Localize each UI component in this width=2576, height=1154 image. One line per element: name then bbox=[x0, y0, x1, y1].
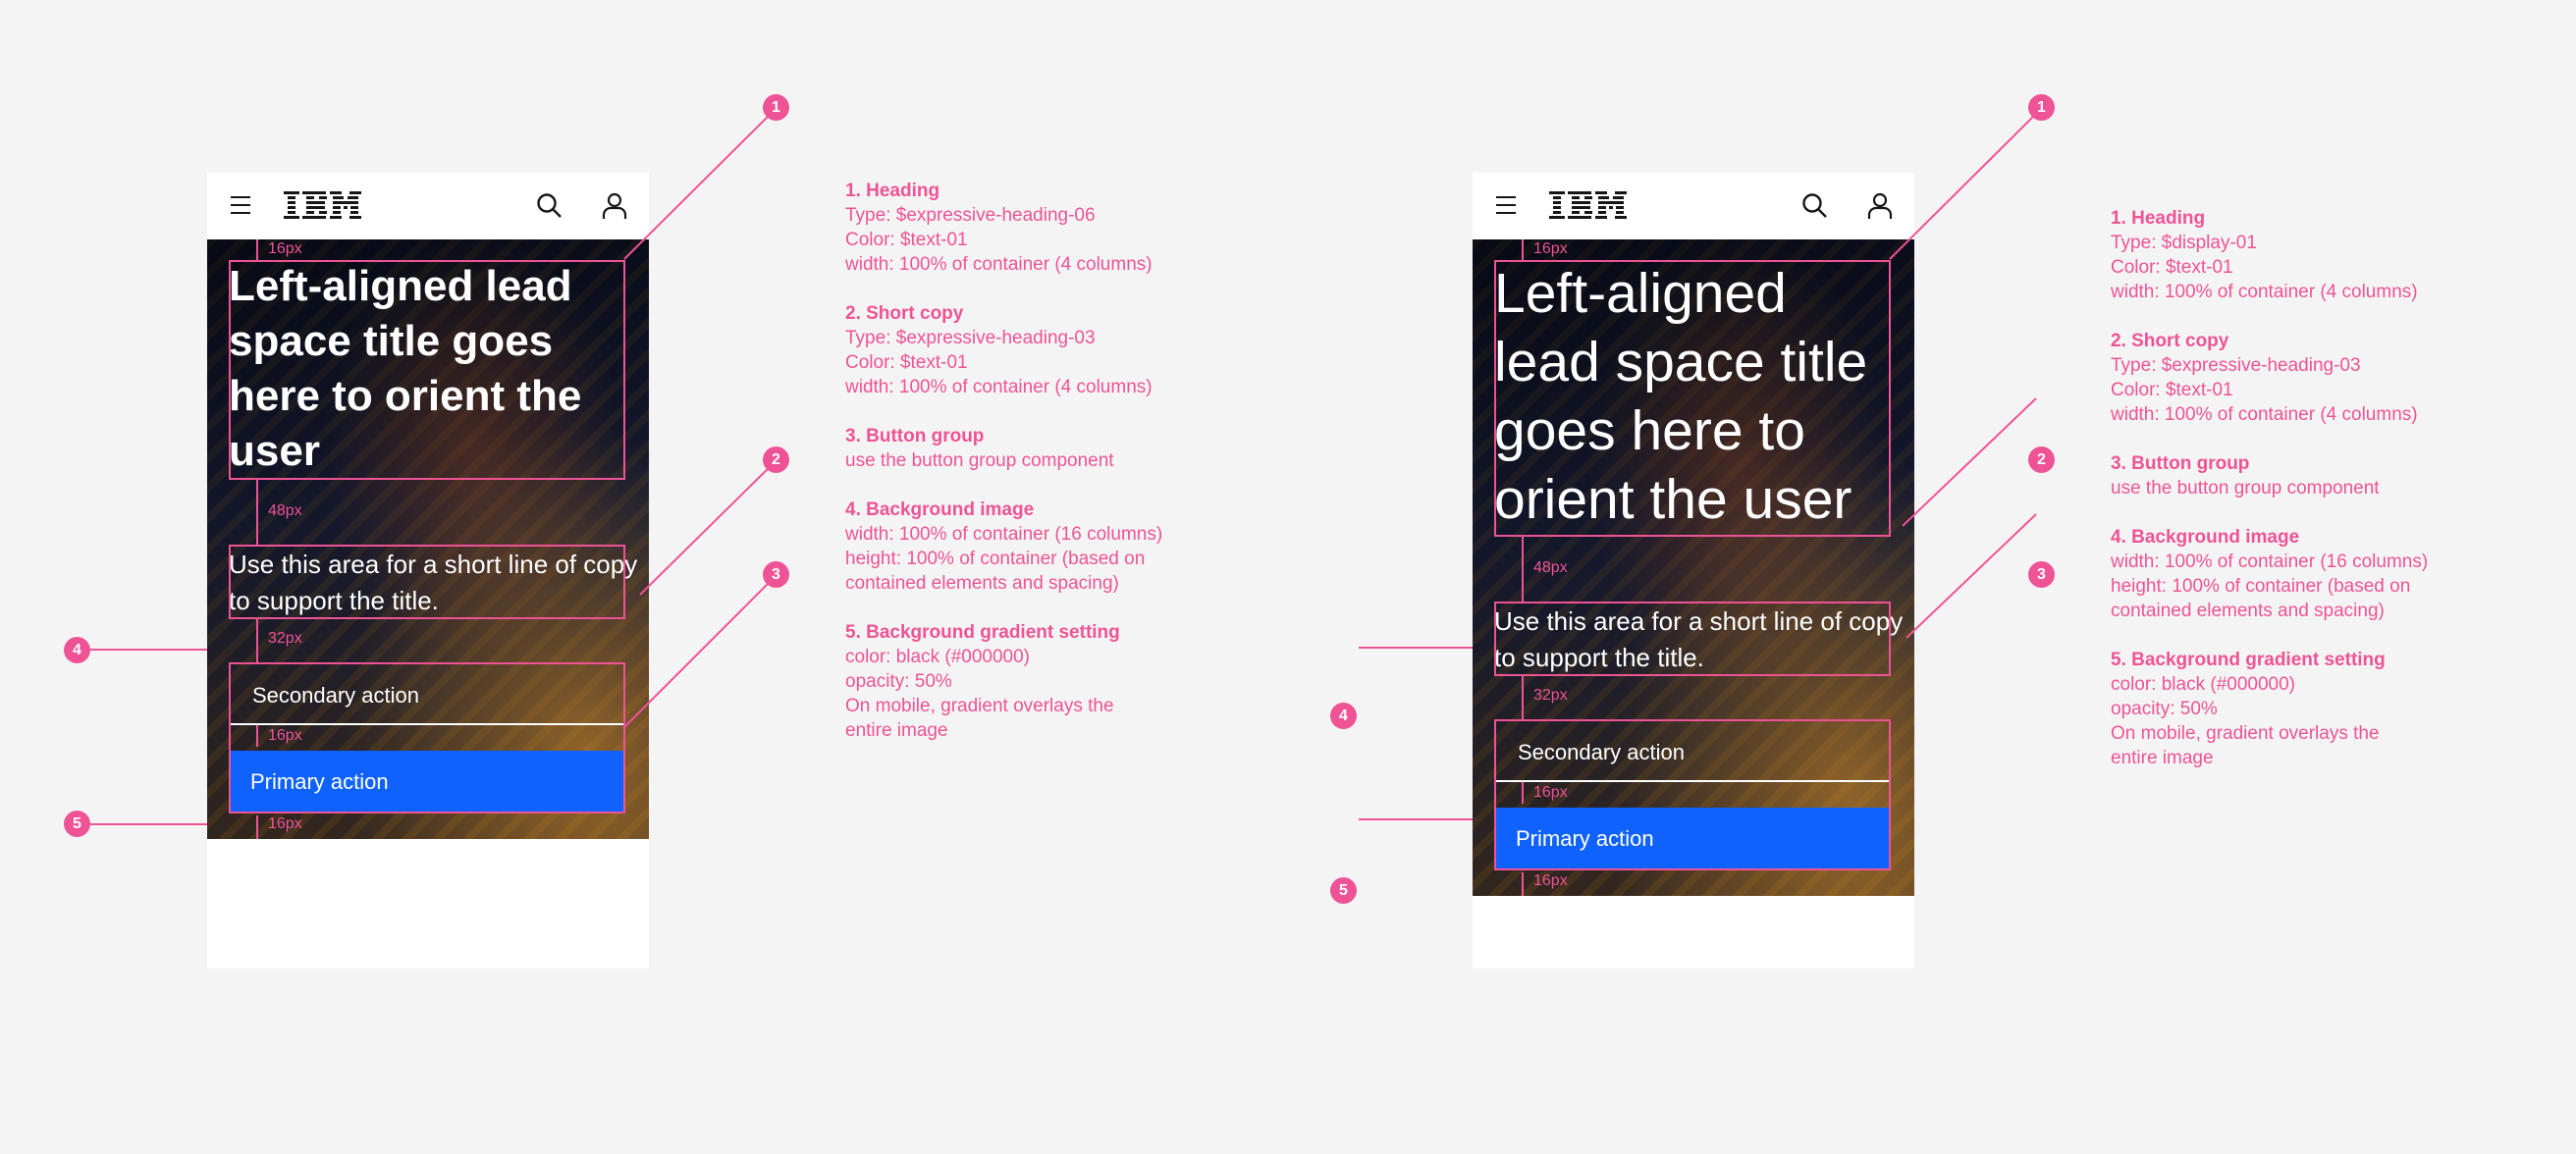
spec-note-line: Color: $text-01 bbox=[845, 230, 968, 250]
spec-note-line: height: 100% of container (based on bbox=[845, 549, 1146, 569]
annotation-badge-3: 3 bbox=[763, 561, 789, 588]
spec-note-button-group: 3. Button group use the button group com… bbox=[2111, 451, 2428, 500]
spec-note-line: Type: $expressive-heading-03 bbox=[2111, 355, 2361, 376]
spacing-label: 16px bbox=[1533, 784, 1568, 801]
spec-note-gradient: 5. Background gradient setting color: bl… bbox=[2111, 648, 2428, 770]
spec-note-line: use the button group component bbox=[2111, 478, 2380, 498]
spec-note-line: Type: $expressive-heading-06 bbox=[845, 205, 1096, 226]
ibm-logo-icon[interactable] bbox=[284, 189, 362, 223]
spec-note-title: 5. Background gradient setting bbox=[2111, 650, 2386, 670]
annotation-badge-3: 3 bbox=[2028, 561, 2055, 588]
spec-note-line: Color: $text-01 bbox=[845, 352, 968, 373]
spacing-label: 16px bbox=[268, 815, 302, 832]
spec-note-line: use the button group component bbox=[845, 450, 1114, 471]
spec-note-background-image: 4. Background image width: 100% of conta… bbox=[2111, 525, 2428, 623]
lead-space-hero: 16px Left-aligned lead space title goes … bbox=[207, 239, 649, 839]
heading-annotation-box bbox=[1494, 260, 1891, 537]
spec-note-line: color: black (#000000) bbox=[2111, 674, 2295, 695]
spacing-marker bbox=[1522, 872, 1524, 896]
spec-note-line: Type: $expressive-heading-03 bbox=[845, 328, 1096, 348]
spec-note-line: width: 100% of container (4 columns) bbox=[2111, 282, 2418, 302]
spec-note-line: contained elements and spacing) bbox=[2111, 601, 2385, 621]
spacing-marker bbox=[256, 619, 258, 662]
spec-note-line: width: 100% of container (16 columns) bbox=[845, 524, 1163, 545]
annotation-badge-2: 2 bbox=[2028, 446, 2055, 473]
spec-note-title: 4. Background image bbox=[2111, 527, 2300, 548]
spacing-label: 32px bbox=[1533, 687, 1568, 704]
ibm-logo-icon[interactable] bbox=[1549, 189, 1628, 223]
search-icon[interactable] bbox=[536, 192, 564, 220]
spec-note-short-copy: 2. Short copy Type: $expressive-heading-… bbox=[2111, 329, 2428, 427]
annotation-badge-5: 5 bbox=[64, 811, 90, 837]
spacing-label: 48px bbox=[1533, 559, 1568, 576]
spec-note-short-copy: 2. Short copy Type: $expressive-heading-… bbox=[845, 301, 1162, 399]
masthead bbox=[207, 173, 649, 239]
spacing-label: 16px bbox=[268, 240, 302, 257]
spacing-label: 16px bbox=[268, 727, 302, 744]
spec-note-gradient: 5. Background gradient setting color: bl… bbox=[845, 620, 1162, 743]
spec-note-title: 2. Short copy bbox=[845, 303, 964, 324]
spacing-marker bbox=[1522, 676, 1524, 719]
search-icon[interactable] bbox=[1801, 192, 1829, 220]
spec-note-line: height: 100% of container (based on bbox=[2111, 576, 2411, 597]
annotation-badge-1: 1 bbox=[763, 94, 789, 121]
lead-space-hero: 16px Left-aligned lead space title goes … bbox=[1473, 239, 1914, 896]
spec-note-heading: 1. Heading Type: $expressive-heading-06 … bbox=[845, 179, 1162, 277]
spec-note-line: Color: $text-01 bbox=[2111, 380, 2233, 400]
heading-annotation-box bbox=[229, 260, 625, 480]
spec-note-title: 3. Button group bbox=[2111, 453, 2250, 474]
hamburger-menu-icon[interactable] bbox=[231, 196, 250, 216]
masthead bbox=[1473, 173, 1914, 239]
spec-note-line: width: 100% of container (16 columns) bbox=[2111, 551, 2429, 572]
spec-note-line: On mobile, gradient overlays the bbox=[845, 696, 1114, 716]
annotation-badge-4: 4 bbox=[1330, 703, 1357, 729]
spec-note-title: 2. Short copy bbox=[2111, 331, 2229, 351]
spacing-marker bbox=[1522, 537, 1524, 602]
hamburger-menu-icon[interactable] bbox=[1496, 196, 1516, 216]
spacing-marker bbox=[256, 239, 258, 261]
user-icon[interactable] bbox=[1867, 192, 1893, 220]
spacing-marker bbox=[256, 480, 258, 545]
spec-note-heading: 1. Heading Type: $display-01 Color: $tex… bbox=[2111, 206, 2428, 304]
spec-note-line: color: black (#000000) bbox=[845, 647, 1030, 667]
spec-note-button-group: 3. Button group use the button group com… bbox=[845, 424, 1162, 473]
spec-note-line: contained elements and spacing) bbox=[845, 573, 1119, 594]
spacing-marker bbox=[256, 815, 258, 839]
spec-note-line: Type: $display-01 bbox=[2111, 233, 2257, 253]
spacing-label: 48px bbox=[268, 502, 302, 519]
spacing-label: 16px bbox=[1533, 240, 1568, 257]
spec-note-background-image: 4. Background image width: 100% of conta… bbox=[845, 498, 1162, 596]
spec-note-title: 5. Background gradient setting bbox=[845, 622, 1120, 643]
copy-annotation-box bbox=[229, 545, 625, 619]
spec-note-line: Color: $text-01 bbox=[2111, 257, 2233, 278]
copy-annotation-box bbox=[1494, 602, 1891, 676]
spec-note-line: width: 100% of container (4 columns) bbox=[2111, 404, 2418, 425]
spec-note-line: entire image bbox=[845, 720, 948, 741]
annotation-badge-1: 1 bbox=[2028, 94, 2055, 121]
spec-note-line: width: 100% of container (4 columns) bbox=[845, 377, 1153, 397]
spec-notes-display: 1. Heading Type: $display-01 Color: $tex… bbox=[2111, 206, 2428, 795]
mobile-mockup-display: 16px Left-aligned lead space title goes … bbox=[1473, 173, 1914, 969]
spec-notes-expressive: 1. Heading Type: $expressive-heading-06 … bbox=[845, 179, 1162, 767]
spec-note-line: width: 100% of container (4 columns) bbox=[845, 254, 1153, 275]
spec-note-line: entire image bbox=[2111, 748, 2214, 768]
mobile-mockup-expressive: 16px Left-aligned lead space title goes … bbox=[207, 173, 649, 969]
annotation-badge-2: 2 bbox=[763, 446, 789, 473]
spec-note-line: On mobile, gradient overlays the bbox=[2111, 723, 2380, 744]
user-icon[interactable] bbox=[602, 192, 627, 220]
annotation-badge-4: 4 bbox=[64, 637, 90, 663]
spec-note-title: 4. Background image bbox=[845, 499, 1035, 520]
spacing-marker bbox=[1522, 239, 1524, 261]
spacing-label: 32px bbox=[268, 630, 302, 647]
spec-note-line: opacity: 50% bbox=[845, 671, 952, 692]
annotation-badge-5: 5 bbox=[1330, 877, 1357, 904]
spec-note-title: 1. Heading bbox=[2111, 208, 2206, 229]
spec-note-title: 1. Heading bbox=[845, 181, 940, 201]
spacing-label: 16px bbox=[1533, 872, 1568, 889]
spec-note-line: opacity: 50% bbox=[2111, 699, 2218, 719]
spec-note-title: 3. Button group bbox=[845, 426, 985, 446]
